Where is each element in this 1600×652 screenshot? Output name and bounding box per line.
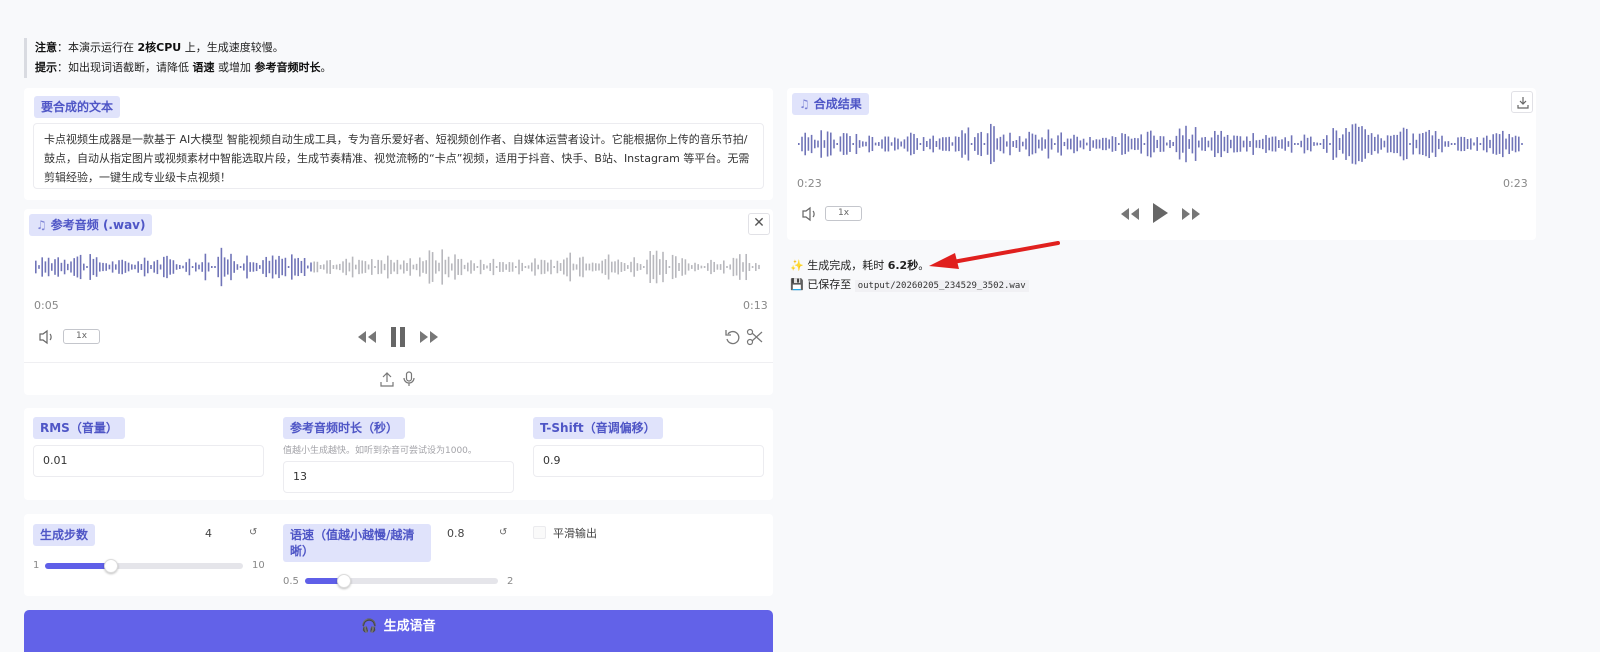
floppy-disk-icon: 💾 — [790, 278, 804, 291]
ref-audio-waveform[interactable] — [34, 247, 763, 287]
speed-min: 0.5 — [283, 576, 299, 587]
sparkles-icon: ✨ — [790, 259, 804, 272]
text-input-panel: 要合成的文本 卡点视频生成器是一款基于 AI大模型 智能视频自动生成工具，专为音… — [24, 88, 773, 200]
divider — [24, 362, 773, 363]
speed-max: 2 — [507, 576, 514, 587]
rms-label: RMS（音量） — [33, 417, 125, 439]
steps-slider[interactable] — [45, 559, 243, 573]
close-icon: ✕ — [753, 215, 765, 231]
undo-icon[interactable] — [724, 328, 742, 346]
text-input-field[interactable]: 卡点视频生成器是一款基于 AI大模型 智能视频自动生成工具，专为音乐爱好者、短视… — [33, 123, 764, 189]
steps-slider-fill — [45, 563, 111, 569]
volume-icon[interactable] — [801, 206, 819, 222]
ref-current-time: 0:05 — [34, 299, 59, 312]
steps-reset-icon[interactable]: ↺ — [249, 527, 257, 538]
text-input-label: 要合成的文本 — [34, 96, 121, 118]
steps-min: 1 — [33, 560, 40, 571]
ref-audio-label: ♫ 参考音频 (.wav) — [29, 214, 153, 236]
clear-audio-button[interactable]: ✕ — [748, 213, 770, 235]
status-done: ✨ 生成完成，耗时 6.2秒。 — [790, 259, 930, 272]
play-icon[interactable] — [1151, 202, 1169, 224]
pause-icon[interactable] — [389, 326, 407, 348]
volume-icon[interactable] — [38, 329, 56, 345]
status-saved: 💾 已保存至 output/20260205_234529_3502.wav — [790, 276, 1029, 292]
ref-duration: 0:13 — [743, 299, 768, 312]
ref-speed-button[interactable]: 1x — [63, 329, 100, 344]
tshift-label: T-Shift（音调偏移） — [533, 417, 663, 439]
music-note-icon: ♫ — [36, 218, 47, 232]
fast-forward-icon[interactable] — [419, 330, 439, 344]
result-current-time: 0:23 — [797, 177, 822, 190]
download-button[interactable] — [1511, 91, 1533, 113]
scissors-icon[interactable] — [746, 328, 764, 346]
red-arrow-annotation — [929, 241, 1060, 269]
rewind-icon[interactable] — [357, 330, 377, 344]
result-duration: 0:23 — [1503, 177, 1528, 190]
rms-input[interactable]: 0.01 — [33, 445, 264, 477]
speed-label: 语速（值越小越慢/越清晰） — [283, 524, 431, 562]
headphones-icon: 🎧 — [361, 619, 378, 634]
steps-label: 生成步数 — [33, 524, 96, 546]
tshift-input[interactable]: 0.9 — [533, 445, 764, 477]
smooth-checkbox[interactable] — [533, 526, 546, 539]
sliders-panel: 生成步数 4 ↺ 1 10 语速（值越小越慢/越清晰） 0.8 ↺ 0.5 2 … — [24, 514, 773, 596]
music-note-icon: ♫ — [799, 97, 810, 111]
steps-slider-thumb[interactable] — [103, 559, 118, 573]
generate-button[interactable]: 🎧 生成语音 — [24, 610, 773, 652]
steps-value[interactable]: 4 — [205, 527, 212, 540]
ref-duration-input[interactable]: 13 — [283, 461, 514, 493]
result-audio-waveform[interactable] — [797, 122, 1526, 166]
saved-path: output/20260205_234529_3502.wav — [854, 280, 1029, 292]
steps-max: 10 — [252, 560, 265, 571]
notice-line-1: 注意：本演示运行在 2核CPU 上，生成速度较慢。 — [35, 41, 284, 54]
result-audio-label: ♫ 合成结果 — [792, 93, 869, 115]
notice-line-2: 提示：如出现词语截断，请降低 语速 或增加 参考音频时长。 — [35, 61, 332, 74]
download-icon — [1517, 97, 1529, 109]
speed-slider[interactable] — [305, 574, 498, 588]
speed-value[interactable]: 0.8 — [447, 527, 465, 540]
result-audio-panel: ♫ 合成结果 0:23 0:23 1x — [787, 88, 1536, 240]
result-speed-button[interactable]: 1x — [825, 206, 862, 221]
notice-box: 注意：本演示运行在 2核CPU 上，生成速度较慢。 提示：如出现词语截断，请降低… — [24, 38, 332, 78]
rewind-icon[interactable] — [1120, 207, 1140, 221]
ref-duration-hint: 值越小生成越快。如听到杂音可尝试设为1000。 — [283, 446, 477, 456]
microphone-icon[interactable] — [402, 371, 416, 387]
fast-forward-icon[interactable] — [1181, 207, 1201, 221]
speed-reset-icon[interactable]: ↺ — [499, 527, 507, 538]
upload-icon[interactable] — [380, 371, 394, 387]
ref-audio-panel: ♫ 参考音频 (.wav) ✕ 0:05 0:13 1x — [24, 209, 773, 395]
ref-duration-label: 参考音频时长（秒） — [283, 417, 406, 439]
smooth-label: 平滑输出 — [553, 527, 597, 540]
params-panel: RMS（音量） 0.01 参考音频时长（秒） 值越小生成越快。如听到杂音可尝试设… — [24, 408, 773, 500]
speed-slider-thumb[interactable] — [336, 574, 351, 588]
